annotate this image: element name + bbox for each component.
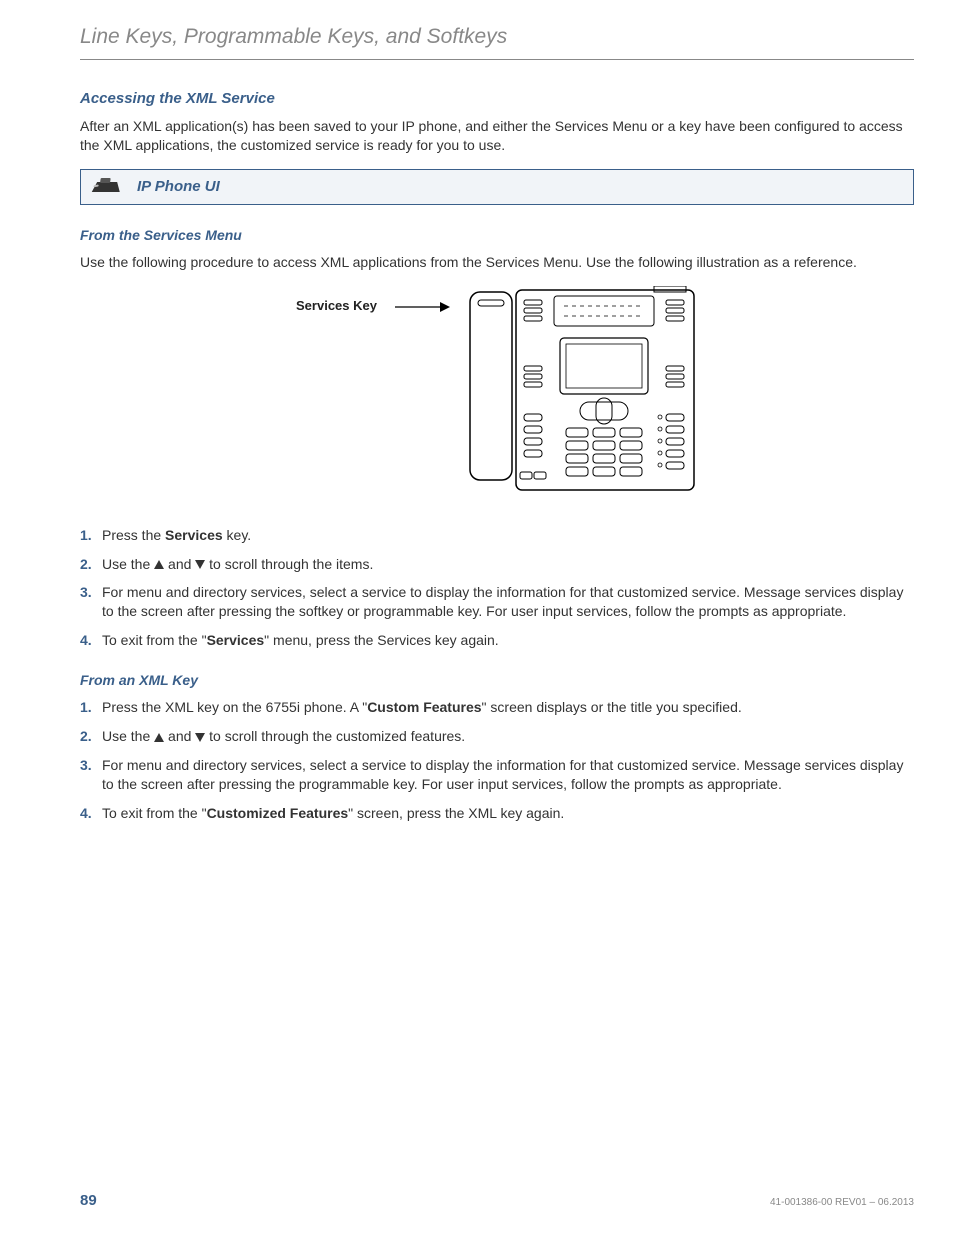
step-bold: Services — [165, 527, 223, 543]
page-number: 89 — [80, 1192, 97, 1209]
triangle-down-icon — [195, 733, 205, 742]
step-text: Press the XML key on the 6755i phone. A … — [102, 699, 367, 715]
step-text: Use the — [102, 728, 154, 744]
services-menu-intro: Use the following procedure to access XM… — [80, 253, 914, 272]
list-item: Press the XML key on the 6755i phone. A … — [80, 698, 914, 717]
arrow-icon — [395, 298, 450, 316]
step-text: To exit from the " — [102, 805, 207, 821]
page-footer: 89 41-001386-00 REV01 – 06.2013 — [80, 1192, 914, 1209]
step-text: " menu, press the Services key again. — [264, 632, 499, 648]
doc-revision: 41-001386-00 REV01 – 06.2013 — [770, 1197, 914, 1208]
step-bold: Custom Features — [367, 699, 481, 715]
triangle-up-icon — [154, 733, 164, 742]
xml-key-steps: Press the XML key on the 6755i phone. A … — [80, 698, 914, 822]
step-text: and — [164, 728, 195, 744]
list-item: To exit from the "Services" menu, press … — [80, 631, 914, 650]
step-bold: Services — [207, 632, 265, 648]
step-text: " screen, press the XML key again. — [348, 805, 564, 821]
step-text: " screen displays or the title you speci… — [482, 699, 742, 715]
callout-ip-phone-ui: IP Phone UI — [80, 169, 914, 205]
phone-icon — [91, 176, 125, 198]
xml-key-title: From an XML Key — [80, 672, 914, 688]
page-header: Line Keys, Programmable Keys, and Softke… — [80, 25, 914, 60]
services-menu-title: From the Services Menu — [80, 227, 914, 243]
list-item: Use the and to scroll through the items. — [80, 555, 914, 574]
callout-label: IP Phone UI — [137, 178, 220, 195]
figure-label: Services Key — [296, 286, 377, 313]
triangle-up-icon — [154, 560, 164, 569]
step-text: Press the — [102, 527, 165, 543]
list-item: Press the Services key. — [80, 526, 914, 545]
list-item: For menu and directory services, select … — [80, 756, 914, 794]
section-title: Accessing the XML Service — [80, 90, 914, 107]
step-text: Use the — [102, 556, 154, 572]
step-text: and — [164, 556, 195, 572]
step-text: To exit from the " — [102, 632, 207, 648]
step-bold: Customized Features — [207, 805, 349, 821]
list-item: For menu and directory services, select … — [80, 583, 914, 621]
list-item: Use the and to scroll through the custom… — [80, 727, 914, 746]
step-text: to scroll through the items. — [205, 556, 373, 572]
step-text: key. — [223, 527, 252, 543]
section-intro: After an XML application(s) has been sav… — [80, 117, 914, 155]
phone-diagram — [468, 286, 698, 496]
list-item: To exit from the "Customized Features" s… — [80, 804, 914, 823]
triangle-down-icon — [195, 560, 205, 569]
services-key-figure: Services Key — [80, 286, 914, 496]
step-text: to scroll through the customized feature… — [205, 728, 465, 744]
services-menu-steps: Press the Services key. Use the and to s… — [80, 526, 914, 650]
